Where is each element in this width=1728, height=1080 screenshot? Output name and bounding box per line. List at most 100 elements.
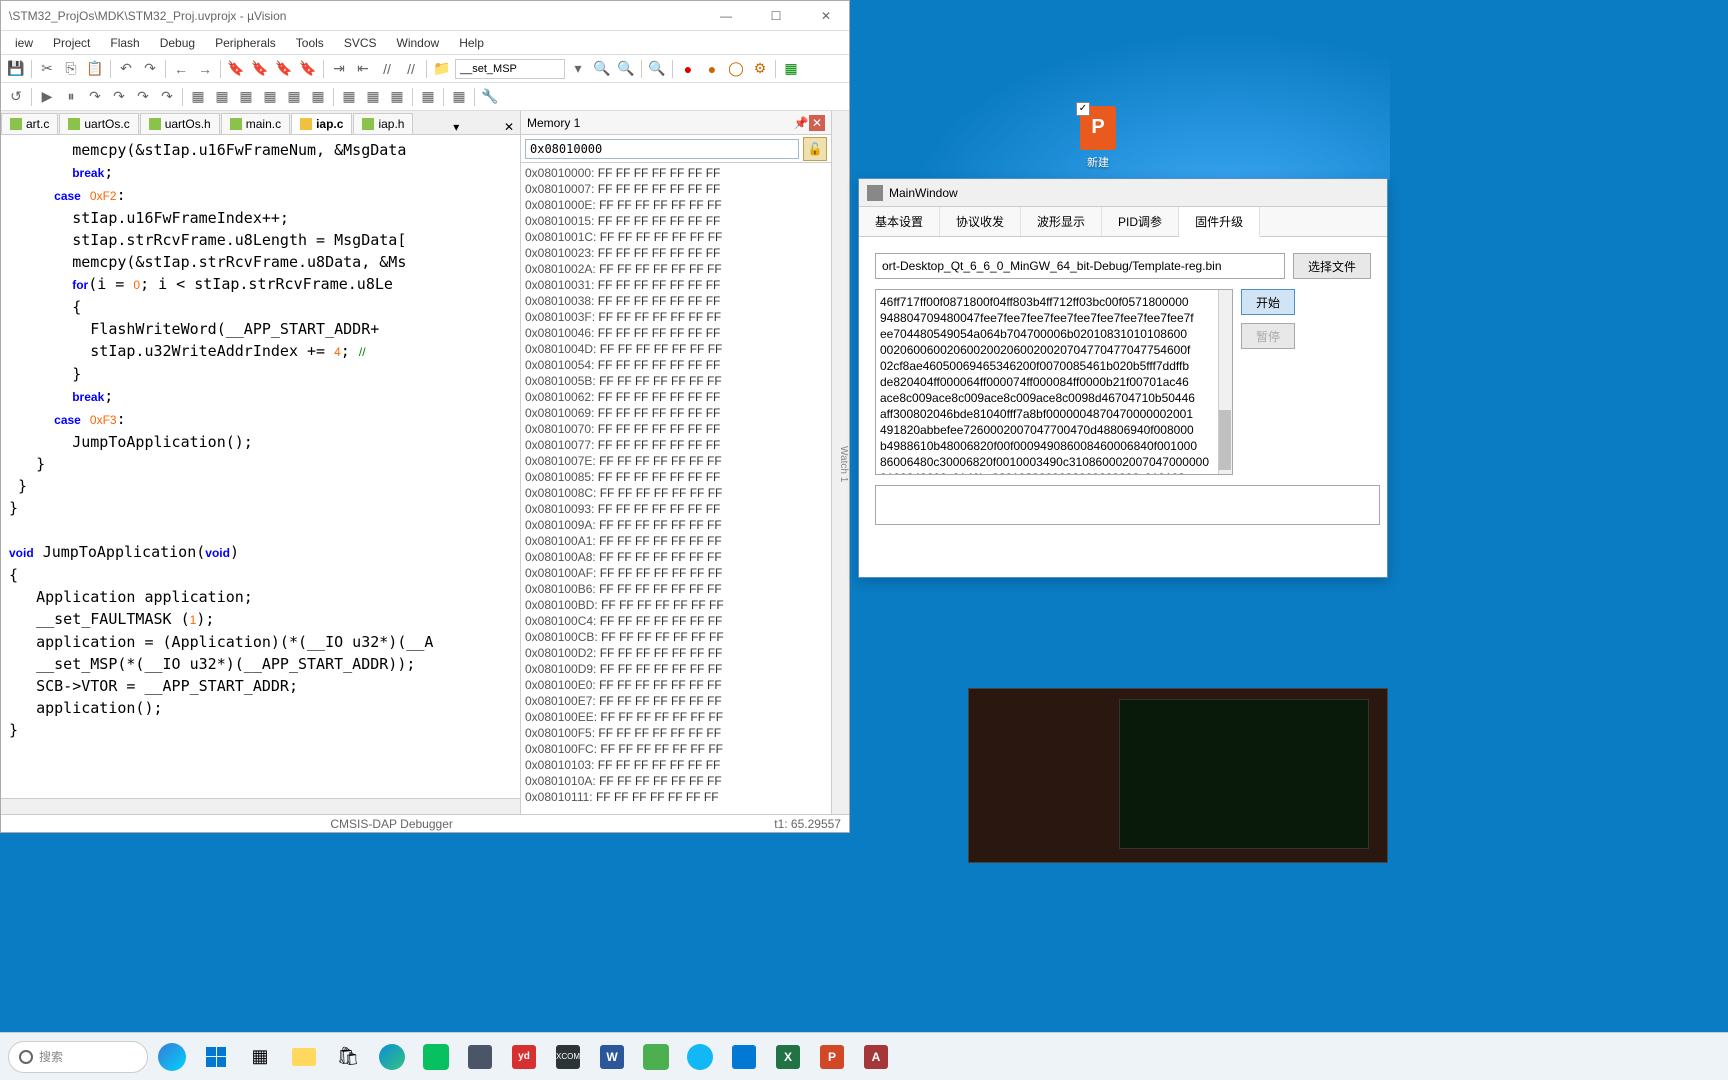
find-icon[interactable]: 🔍 bbox=[591, 58, 613, 80]
system-icon[interactable]: ▦ bbox=[448, 86, 470, 108]
menu-peripherals[interactable]: Peripherals bbox=[205, 34, 286, 52]
tab-close-icon[interactable]: ✕ bbox=[498, 120, 520, 134]
debug-icon[interactable]: 🔍 bbox=[646, 58, 668, 80]
calculator-icon[interactable] bbox=[460, 1037, 500, 1077]
record3-icon[interactable]: ◯ bbox=[725, 58, 747, 80]
file-path-input[interactable] bbox=[875, 253, 1285, 279]
checkbox-icon[interactable]: ✓ bbox=[1076, 102, 1090, 116]
uncomment-icon[interactable]: // bbox=[400, 58, 422, 80]
indent-icon[interactable]: ⇥ bbox=[328, 58, 350, 80]
minimize-button[interactable]: — bbox=[711, 6, 741, 26]
qq-icon[interactable] bbox=[680, 1037, 720, 1077]
toolbar-search-input[interactable] bbox=[455, 59, 565, 79]
stop-icon[interactable]: ⏸ bbox=[60, 86, 82, 108]
explorer-icon[interactable] bbox=[284, 1037, 324, 1077]
code-editor[interactable]: memcpy(&stIap.u16FwFrameNum, &MsgData br… bbox=[1, 135, 520, 798]
dropdown-icon[interactable]: ▾ bbox=[567, 58, 589, 80]
folder-icon[interactable]: 📁 bbox=[431, 58, 453, 80]
close-button[interactable]: ✕ bbox=[811, 6, 841, 26]
bookmark-clear-icon[interactable]: 🔖 bbox=[297, 58, 319, 80]
window-icon[interactable]: ▦ bbox=[780, 58, 802, 80]
pinyin-icon[interactable] bbox=[636, 1037, 676, 1077]
menu-help[interactable]: Help bbox=[449, 34, 494, 52]
comment-icon[interactable]: // bbox=[376, 58, 398, 80]
window-layout-icon[interactable]: ▦ bbox=[187, 86, 209, 108]
qt-titlebar[interactable]: MainWindow bbox=[859, 179, 1387, 207]
start-button[interactable] bbox=[196, 1037, 236, 1077]
qt-tab-pid[interactable]: PID调参 bbox=[1102, 207, 1179, 236]
tab-main-c[interactable]: main.c bbox=[221, 113, 290, 134]
watch-icon[interactable]: ▦ bbox=[283, 86, 305, 108]
undo-icon[interactable]: ↶ bbox=[115, 58, 137, 80]
task-view-icon[interactable]: ▦ bbox=[240, 1037, 280, 1077]
start-button[interactable]: 开始 bbox=[1241, 289, 1295, 315]
powerpoint-icon[interactable]: P bbox=[812, 1037, 852, 1077]
copy-icon[interactable]: ⎘ bbox=[60, 58, 82, 80]
qt-tab-firmware[interactable]: 固件升级 bbox=[1179, 207, 1260, 237]
taskbar-search[interactable]: 搜索 bbox=[8, 1041, 148, 1073]
tab-uartos-c[interactable]: uartOs.c bbox=[59, 113, 138, 134]
lock-icon[interactable]: 🔓 bbox=[803, 137, 827, 161]
logic-icon[interactable]: ▦ bbox=[417, 86, 439, 108]
redo-icon[interactable]: ↷ bbox=[139, 58, 161, 80]
excel-icon[interactable]: X bbox=[768, 1037, 808, 1077]
memory-header[interactable]: Memory 1 📌 ✕ bbox=[521, 111, 831, 135]
tab-dropdown-icon[interactable]: ▾ bbox=[447, 120, 465, 134]
find-in-files-icon[interactable]: 🔍 bbox=[615, 58, 637, 80]
select-file-button[interactable]: 选择文件 bbox=[1293, 253, 1371, 279]
cut-icon[interactable]: ✂ bbox=[36, 58, 58, 80]
step-over-icon[interactable]: ↷ bbox=[108, 86, 130, 108]
analysis-icon[interactable]: ▦ bbox=[362, 86, 384, 108]
store-icon[interactable]: 🛍 bbox=[328, 1037, 368, 1077]
word-icon[interactable]: W bbox=[592, 1037, 632, 1077]
paste-icon[interactable]: 📋 bbox=[84, 58, 106, 80]
menu-tools[interactable]: Tools bbox=[286, 34, 334, 52]
bookmark-icon[interactable]: 🔖 bbox=[225, 58, 247, 80]
nav-fwd-icon[interactable]: → bbox=[194, 58, 216, 80]
trace-icon[interactable]: ▦ bbox=[386, 86, 408, 108]
ide-titlebar[interactable]: \STM32_ProjOs\MDK\STM32_Proj.uvprojx - µ… bbox=[1, 1, 849, 31]
tools-icon[interactable]: 🔧 bbox=[479, 86, 501, 108]
magnifier-icon[interactable] bbox=[724, 1037, 764, 1077]
horizontal-scrollbar[interactable] bbox=[1, 798, 520, 814]
memory-address-input[interactable] bbox=[525, 139, 799, 159]
reset-icon[interactable]: ↺ bbox=[5, 86, 27, 108]
youdao-icon[interactable]: yd bbox=[504, 1037, 544, 1077]
bookmark-next-icon[interactable]: 🔖 bbox=[249, 58, 271, 80]
desktop-ppt-shortcut[interactable]: ✓ P 新建 bbox=[1076, 106, 1120, 170]
tab-art-c[interactable]: art.c bbox=[1, 113, 58, 134]
edge-icon[interactable] bbox=[372, 1037, 412, 1077]
step-out-icon[interactable]: ↷ bbox=[132, 86, 154, 108]
run-icon[interactable]: ▶ bbox=[36, 86, 58, 108]
save-icon[interactable]: 💾 bbox=[5, 58, 27, 80]
memory-pin-icon[interactable]: 📌 bbox=[793, 115, 809, 131]
qt-tab-basic[interactable]: 基本设置 bbox=[859, 207, 940, 236]
nav-back-icon[interactable]: ← bbox=[170, 58, 192, 80]
disasm-icon[interactable]: ▦ bbox=[211, 86, 233, 108]
memory-hex-view[interactable]: 0x08010000: FF FF FF FF FF FF FF0x080100… bbox=[521, 163, 831, 814]
menu-flash[interactable]: Flash bbox=[100, 34, 149, 52]
hex-scrollbar[interactable] bbox=[1218, 290, 1232, 474]
menu-debug[interactable]: Debug bbox=[150, 34, 205, 52]
tab-iap-h[interactable]: iap.h bbox=[353, 113, 413, 134]
run-to-icon[interactable]: ↷ bbox=[156, 86, 178, 108]
memory-icon[interactable]: ▦ bbox=[307, 86, 329, 108]
side-panel-watch[interactable]: Watch 1 bbox=[831, 111, 849, 814]
registers-icon[interactable]: ▦ bbox=[235, 86, 257, 108]
record-icon[interactable]: ● bbox=[677, 58, 699, 80]
access-icon[interactable]: A bbox=[856, 1037, 896, 1077]
record2-icon[interactable]: ● bbox=[701, 58, 723, 80]
serial-icon[interactable]: ▦ bbox=[338, 86, 360, 108]
menu-svcs[interactable]: SVCS bbox=[334, 34, 387, 52]
hex-display[interactable]: 46ff717ff00f0871800f04ff803b4ff712ff03bc… bbox=[875, 289, 1233, 475]
outdent-icon[interactable]: ⇤ bbox=[352, 58, 374, 80]
memory-close-icon[interactable]: ✕ bbox=[809, 115, 825, 131]
menu-window[interactable]: Window bbox=[387, 34, 450, 52]
menu-view[interactable]: iew bbox=[5, 34, 43, 52]
qt-tab-protocol[interactable]: 协议收发 bbox=[940, 207, 1021, 236]
tab-uartos-h[interactable]: uartOs.h bbox=[140, 113, 220, 134]
log-output[interactable] bbox=[875, 485, 1380, 525]
callstack-icon[interactable]: ▦ bbox=[259, 86, 281, 108]
xcom-icon[interactable]: XCOM bbox=[548, 1037, 588, 1077]
record4-icon[interactable]: ⚙ bbox=[749, 58, 771, 80]
